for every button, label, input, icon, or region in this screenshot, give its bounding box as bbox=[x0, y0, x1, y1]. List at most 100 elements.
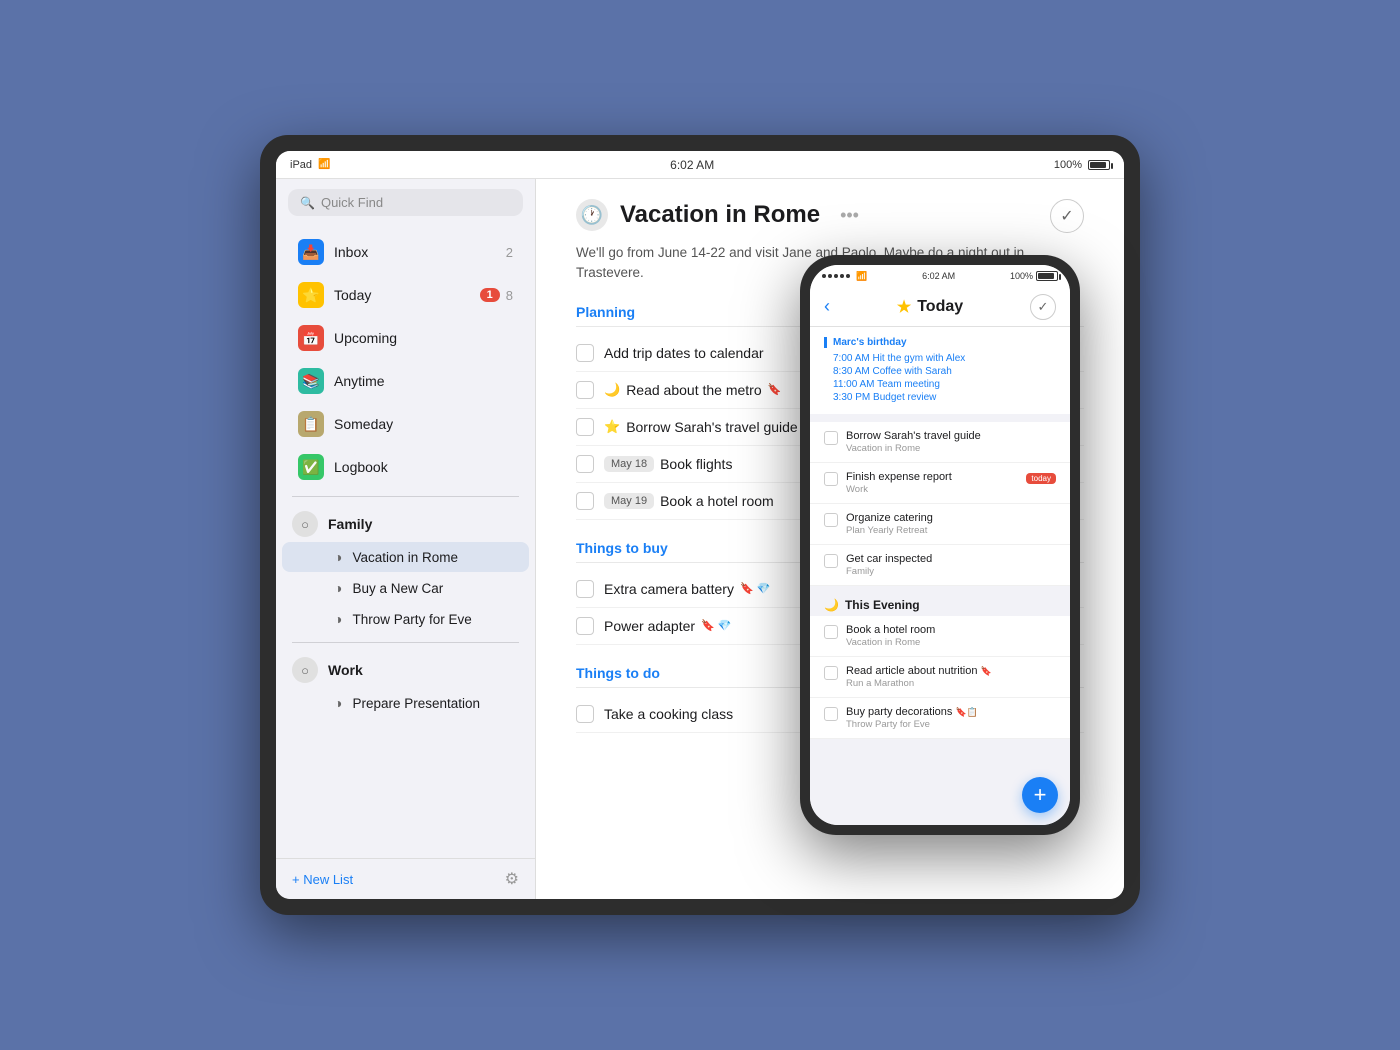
iphone-task-info-3: Get car inspected Family bbox=[846, 553, 1056, 577]
sidebar-item-car[interactable]: ◑ Buy a New Car bbox=[282, 573, 529, 603]
iphone-task-name-0: Borrow Sarah's travel guide bbox=[846, 430, 1056, 442]
iphone-status-bar: 📶 6:02 AM 100% bbox=[810, 265, 1070, 287]
sidebar-item-today[interactable]: ⭐ Today 1 8 bbox=[282, 274, 529, 316]
main-header: 🕐 Vacation in Rome ••• ✓ bbox=[576, 199, 1084, 233]
task-checkbox-6[interactable] bbox=[576, 617, 594, 635]
sidebar-item-upcoming[interactable]: 📅 Upcoming bbox=[282, 317, 529, 359]
iphone-cal-item-0: 7:00 AM Hit the gym with Alex bbox=[824, 352, 1056, 365]
iphone-evening-checkbox-0[interactable] bbox=[824, 625, 838, 639]
iphone-task-row-3: Get car inspected Family bbox=[810, 545, 1070, 586]
section-family[interactable]: ○ Family bbox=[276, 505, 535, 541]
evening-task-2-icons: 🔖📋 bbox=[955, 707, 977, 717]
someday-label: Someday bbox=[334, 416, 393, 432]
iphone-evening-info-2: Buy party decorations 🔖📋 Throw Party for… bbox=[846, 706, 1056, 730]
ipad-status-bar: iPad 📶 6:02 AM 100% bbox=[276, 151, 1124, 179]
iphone-checkbox-1[interactable] bbox=[824, 472, 838, 486]
iphone-evening-tasks-block: Book a hotel room Vacation in Rome Read … bbox=[810, 616, 1070, 739]
iphone-evening-name-0: Book a hotel room bbox=[846, 624, 1056, 636]
cal-time-1: 8:30 AM bbox=[833, 366, 870, 377]
work-label: Work bbox=[328, 662, 363, 678]
signal-dot-4 bbox=[840, 274, 844, 278]
ipad-status-right: 100% bbox=[1054, 159, 1110, 171]
iphone-add-button[interactable]: + bbox=[1022, 777, 1058, 813]
iphone-screen: 📶 6:02 AM 100% ‹ ★ Today ✓ bbox=[810, 265, 1070, 825]
sidebar-divider-2 bbox=[292, 642, 519, 643]
task-checkbox-4[interactable] bbox=[576, 492, 594, 510]
search-placeholder: Quick Find bbox=[321, 195, 383, 210]
evening-task-1-icons: 🔖 bbox=[981, 666, 992, 676]
signal-dot-3 bbox=[834, 274, 838, 278]
project-check-button[interactable]: ✓ bbox=[1050, 199, 1084, 233]
iphone-evening-sub-1: Run a Marathon bbox=[846, 678, 1056, 689]
wifi-icon: 📶 bbox=[318, 159, 330, 170]
car-item-icon: ◑ bbox=[334, 580, 342, 596]
search-icon: 🔍 bbox=[300, 196, 315, 210]
task-text-adapter: Power adapter 🔖 💎 bbox=[604, 618, 732, 634]
iphone-task-info-2: Organize catering Plan Yearly Retreat bbox=[846, 512, 1056, 536]
iphone-checkbox-2[interactable] bbox=[824, 513, 838, 527]
inbox-icon: 📥 bbox=[298, 239, 324, 265]
section-work[interactable]: ○ Work bbox=[276, 651, 535, 687]
task-checkbox-7[interactable] bbox=[576, 705, 594, 723]
iphone-task-sub-0: Vacation in Rome bbox=[846, 443, 1056, 454]
project-more-button[interactable]: ••• bbox=[840, 205, 859, 226]
iphone-nav-bar: ‹ ★ Today ✓ bbox=[810, 287, 1070, 327]
today-star-icon: ★ bbox=[897, 297, 911, 317]
iphone-check-button[interactable]: ✓ bbox=[1030, 294, 1056, 320]
iphone-content: Marc's birthday 7:00 AM Hit the gym with… bbox=[810, 327, 1070, 825]
task-text-cooking: Take a cooking class bbox=[604, 706, 733, 722]
sidebar-item-vacation[interactable]: ◑ Vacation in Rome bbox=[282, 542, 529, 572]
iphone-evening-header: 🌙 This Evening bbox=[810, 588, 1070, 616]
today-badge: 1 bbox=[480, 288, 500, 302]
iphone-nav-title: ★ Today bbox=[897, 297, 963, 317]
family-icon: ○ bbox=[292, 511, 318, 537]
iphone-task-row-2: Organize catering Plan Yearly Retreat bbox=[810, 504, 1070, 545]
signal-dot-2 bbox=[828, 274, 832, 278]
iphone-battery-icon bbox=[1036, 271, 1058, 281]
task-checkbox-5[interactable] bbox=[576, 580, 594, 598]
upcoming-icon: 📅 bbox=[298, 325, 324, 351]
moon-emoji: 🌙 bbox=[604, 382, 620, 398]
iphone-evening-checkbox-2[interactable] bbox=[824, 707, 838, 721]
iphone-evening-checkbox-1[interactable] bbox=[824, 666, 838, 680]
anytime-icon: 📚 bbox=[298, 368, 324, 394]
battery-percent: 100% bbox=[1054, 159, 1082, 171]
sidebar-nav: 📥 Inbox 2 ⭐ Today 1 8 bbox=[276, 226, 535, 858]
today-count: 8 bbox=[506, 288, 513, 303]
iphone-birthday-label: Marc's birthday bbox=[824, 337, 1056, 348]
iphone-evening-info-1: Read article about nutrition 🔖 Run a Mar… bbox=[846, 665, 1056, 689]
sidebar-item-anytime[interactable]: 📚 Anytime bbox=[282, 360, 529, 402]
flights-date-badge: May 18 bbox=[604, 456, 654, 472]
star-emoji: ⭐ bbox=[604, 419, 620, 435]
task-checkbox-0[interactable] bbox=[576, 344, 594, 362]
cal-time-2: 11:00 AM bbox=[833, 379, 875, 390]
iphone-evening-task-2: Buy party decorations 🔖📋 Throw Party for… bbox=[810, 698, 1070, 739]
iphone-checkbox-0[interactable] bbox=[824, 431, 838, 445]
battery-icon bbox=[1088, 160, 1110, 170]
vacation-item-icon: ◑ bbox=[334, 549, 342, 565]
iphone-checkbox-3[interactable] bbox=[824, 554, 838, 568]
new-list-button[interactable]: + New List bbox=[292, 872, 353, 887]
iphone-task-name-2: Organize catering bbox=[846, 512, 1056, 524]
adapter-note-icon: 🔖 💎 bbox=[701, 619, 731, 632]
iphone-battery: 100% bbox=[1010, 271, 1058, 281]
iphone-task-info-0: Borrow Sarah's travel guide Vacation in … bbox=[846, 430, 1056, 454]
search-bar[interactable]: 🔍 Quick Find bbox=[288, 189, 523, 216]
sidebar-item-logbook[interactable]: ✅ Logbook bbox=[282, 446, 529, 488]
today-badges: 1 8 bbox=[480, 288, 513, 303]
iphone-back-button[interactable]: ‹ bbox=[824, 296, 830, 317]
upcoming-label: Upcoming bbox=[334, 330, 397, 346]
ipad-time: 6:02 AM bbox=[670, 158, 714, 172]
sidebar-item-presentation[interactable]: ◑ Prepare Presentation bbox=[282, 688, 529, 718]
iphone-frame: 📶 6:02 AM 100% ‹ ★ Today ✓ bbox=[800, 255, 1080, 835]
task-checkbox-2[interactable] bbox=[576, 418, 594, 436]
task-checkbox-1[interactable] bbox=[576, 381, 594, 399]
iphone-task-row-1: Finish expense report Work today bbox=[810, 463, 1070, 504]
iphone-battery-pct: 100% bbox=[1010, 271, 1033, 281]
gear-icon[interactable]: ⚙ bbox=[505, 869, 519, 889]
task-checkbox-3[interactable] bbox=[576, 455, 594, 473]
sidebar-item-party[interactable]: ◑ Throw Party for Eve bbox=[282, 604, 529, 634]
sidebar-item-inbox[interactable]: 📥 Inbox 2 bbox=[282, 231, 529, 273]
sidebar-item-someday[interactable]: 📋 Someday bbox=[282, 403, 529, 445]
vacation-label: Vacation in Rome bbox=[352, 550, 458, 565]
